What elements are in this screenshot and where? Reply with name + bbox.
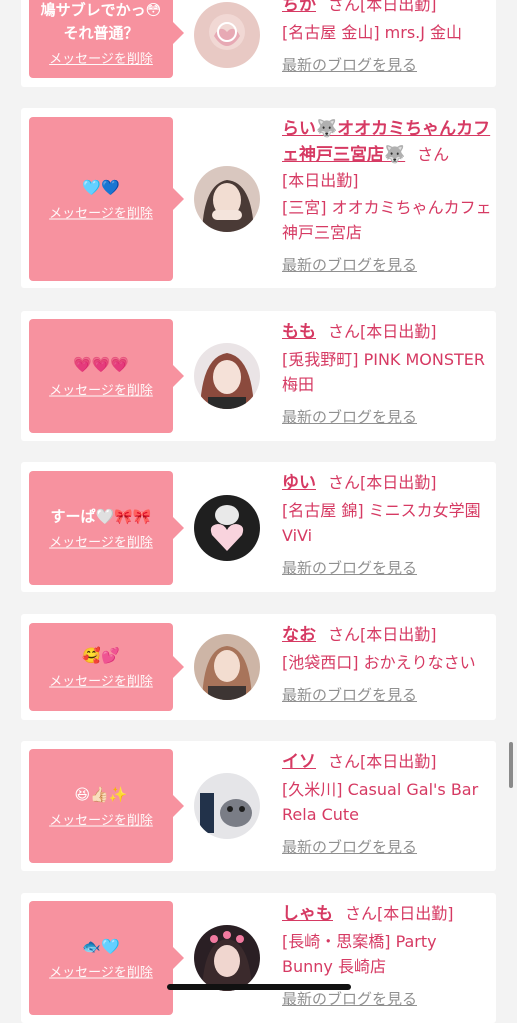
message-bubble: 🥰💕 メッセージを削除 (29, 623, 184, 711)
avatar[interactable] (194, 773, 260, 839)
message-text: すーぱ🤍🎀🎀 (50, 507, 152, 526)
message-card: 💗💗💗 メッセージを削除 もも さん[本日出勤] [兎我野町] PINK MONS… (21, 311, 496, 441)
name-suffix: さん (328, 752, 361, 771)
message-bubble: 鳩サブレでかっ😳 それ普通？ メッセージを削除 (29, 0, 184, 78)
message-text: 🩵💙 (82, 178, 120, 197)
shop-name: [池袋西口] おかえりなさい (282, 653, 476, 672)
latest-blog-link[interactable]: 最新のブログを見る (282, 683, 492, 708)
message-text: 😆👍🏻✨ (74, 785, 128, 804)
avatar[interactable] (194, 634, 260, 700)
latest-blog-link[interactable]: 最新のブログを見る (282, 53, 492, 78)
status-badge: [本日出勤] (360, 322, 437, 341)
delete-message-link[interactable]: メッセージを削除 (29, 962, 173, 981)
message-card: 🩵💙 メッセージを削除 らい🐺オオカミちゃんカフェ神戸三宮店🐺 さん [本日出勤]… (21, 108, 496, 288)
message-bubble: 🐟🩵 メッセージを削除 (29, 901, 184, 1015)
message-text: 鳩サブレでかっ😳 それ普通？ (40, 1, 162, 42)
message-bubble: 😆👍🏻✨ メッセージを削除 (29, 749, 184, 863)
home-indicator[interactable] (167, 984, 351, 990)
scrollbar[interactable] (509, 742, 513, 788)
message-card: すーぱ🤍🎀🎀 メッセージを削除 ゆい さん[本日出勤] [名古屋 錦] ミニスカ女… (21, 462, 496, 592)
status-badge: [本日出勤] (360, 625, 437, 644)
latest-blog-link[interactable]: 最新のブログを見る (282, 556, 492, 581)
cast-name-link[interactable]: なお (282, 625, 316, 645)
status-badge: [本日出勤] (360, 752, 437, 771)
shop-name: [兎我野町] PINK MONSTER梅田 (282, 350, 486, 394)
shop-name: [三宮] オオカミちゃんカフェ神戸三宮店 (282, 198, 492, 242)
name-suffix: さん (328, 0, 361, 14)
cast-info: イソ さん[本日出勤] [久米川] Casual Gal's Bar Rela C… (282, 749, 492, 860)
cast-info: なお さん[本日出勤] [池袋西口] おかえりなさい 最新のブログを見る (282, 622, 492, 708)
message-card: 🥰💕 メッセージを削除 なお さん[本日出勤] [池袋西口] おかえりなさい 最新… (21, 614, 496, 720)
status-badge: [本日出勤] (377, 904, 454, 923)
cast-name-link[interactable]: もも (282, 322, 316, 342)
name-suffix: さん (328, 322, 361, 341)
avatar[interactable] (194, 343, 260, 409)
name-suffix: さん (328, 473, 361, 492)
message-bubble: すーぱ🤍🎀🎀 メッセージを削除 (29, 471, 184, 585)
name-suffix: さん (417, 145, 450, 164)
message-text: 💗💗💗 (72, 355, 130, 374)
delete-message-link[interactable]: メッセージを削除 (29, 203, 173, 222)
delete-message-link[interactable]: メッセージを削除 (29, 380, 173, 399)
delete-message-link[interactable]: メッセージを削除 (29, 810, 173, 829)
status-badge: [本日出勤] (360, 0, 437, 14)
cast-name-link[interactable]: イソ (282, 752, 316, 772)
latest-blog-link[interactable]: 最新のブログを見る (282, 253, 492, 278)
shop-name: [名古屋 金山] mrs.J 金山 (282, 23, 463, 42)
cast-info: ゆい さん[本日出勤] [名古屋 錦] ミニスカ女学園ViVi 最新のブログを見る (282, 470, 492, 581)
cast-name-link[interactable]: ちか (282, 0, 316, 15)
message-card: 😆👍🏻✨ メッセージを削除 イソ さん[本日出勤] [久米川] Casual Ga… (21, 741, 496, 871)
delete-message-link[interactable]: メッセージを削除 (29, 671, 173, 690)
cast-name-link[interactable]: ゆい (282, 473, 316, 493)
message-text: 🥰💕 (82, 646, 120, 665)
name-suffix: さん (328, 625, 361, 644)
delete-message-link[interactable]: メッセージを削除 (29, 532, 173, 551)
avatar[interactable] (194, 925, 260, 991)
cast-info: しゃも さん[本日出勤] [長崎・思案橋] Party Bunny 長崎店 最新の… (282, 901, 492, 1012)
cast-info: もも さん[本日出勤] [兎我野町] PINK MONSTER梅田 最新のブログを… (282, 319, 492, 430)
latest-blog-link[interactable]: 最新のブログを見る (282, 405, 492, 430)
avatar[interactable] (194, 2, 260, 68)
message-card: 🐟🩵 メッセージを削除 しゃも さん[本日出勤] [長崎・思案橋] Party B… (21, 893, 496, 1023)
cast-info: ちか さん[本日出勤] [名古屋 金山] mrs.J 金山 最新のブログを見る (282, 0, 492, 78)
shop-name: [久米川] Casual Gal's Bar Rela Cute (282, 780, 479, 824)
cast-name-link[interactable]: らい🐺オオカミちゃんカフェ神戸三宮店🐺 (282, 119, 490, 165)
delete-message-link[interactable]: メッセージを削除 (29, 48, 173, 67)
status-badge: [本日出勤] (282, 171, 359, 190)
name-suffix: さん (345, 904, 378, 923)
latest-blog-link[interactable]: 最新のブログを見る (282, 835, 492, 860)
avatar[interactable] (194, 166, 260, 232)
message-text: 🐟🩵 (82, 937, 120, 956)
shop-name: [名古屋 錦] ミニスカ女学園ViVi (282, 501, 481, 545)
message-bubble: 🩵💙 メッセージを削除 (29, 117, 184, 281)
message-bubble: 💗💗💗 メッセージを削除 (29, 319, 184, 433)
cast-info: らい🐺オオカミちゃんカフェ神戸三宮店🐺 さん [本日出勤] [三宮] オオカミちゃ… (282, 116, 492, 278)
message-card: 鳩サブレでかっ😳 それ普通？ メッセージを削除 ちか さん[本日出勤] [名古屋 … (21, 0, 496, 87)
status-badge: [本日出勤] (360, 473, 437, 492)
cast-name-link[interactable]: しゃも (282, 904, 333, 924)
avatar[interactable] (194, 495, 260, 561)
shop-name: [長崎・思案橋] Party Bunny 長崎店 (282, 932, 437, 976)
